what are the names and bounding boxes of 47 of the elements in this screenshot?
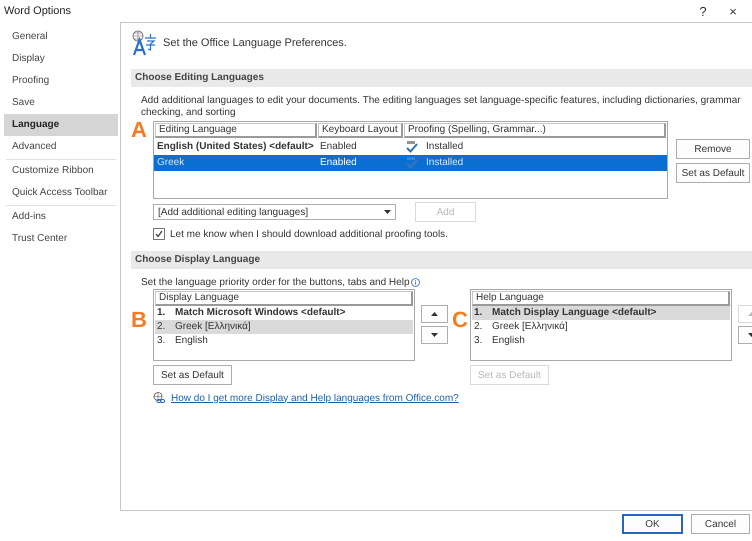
sidebar-item[interactable]: Save	[4, 92, 118, 114]
window-title: Word Options	[4, 5, 72, 17]
sidebar-item[interactable]: Quick Access Toolbar	[4, 182, 118, 204]
help-button[interactable]: ?	[688, 4, 718, 18]
help-link[interactable]: How do I get more Display and Help languages from Office.com?	[171, 392, 459, 404]
dialog-button[interactable]: OK	[622, 514, 683, 534]
language-action-button[interactable]: Remove	[676, 139, 750, 159]
sidebar-item[interactable]: Trust Center	[4, 228, 118, 250]
list-item[interactable]: 2. Greek [Ελληνικά]	[472, 320, 730, 334]
list-item[interactable]: 1. Match Display Language <default>	[472, 306, 730, 320]
table-cell-text: Enabled	[319, 140, 358, 154]
list-item[interactable]: 1. Match Microsoft Windows <default>	[155, 306, 413, 320]
sidebar-item[interactable]: Language	[4, 114, 118, 136]
dialog-button[interactable]: Cancel	[691, 514, 750, 534]
sidebar-item[interactable]: Customize Ribbon	[4, 160, 118, 182]
checkbox-label: Let me know when I should download additional proofing tools.	[170, 228, 448, 240]
list-item[interactable]: 2. Greek [Ελληνικά]	[155, 320, 413, 334]
annotation-letter: B	[131, 309, 148, 334]
table-cell-text: Greek	[156, 156, 186, 170]
table-cell-text: Installed	[426, 156, 464, 170]
sidebar-item[interactable]: General	[4, 26, 118, 48]
set-default-button[interactable]: Set as Default	[153, 365, 232, 385]
hint-text: Set the language priority order for the buttons, tabs and Help	[141, 277, 410, 288]
description-text: Add additional languages to edit your documents. The editing languages set language-specific features, including dictionaries, grammar checking, and sorting	[141, 95, 742, 119]
sidebar-item[interactable]: Add-ins	[4, 206, 118, 228]
section-header: Choose Editing Languages	[131, 69, 752, 87]
page-heading: Set the Office Language Preferences.	[163, 37, 347, 49]
table-cell-text: Installed	[426, 140, 464, 154]
sidebar-item[interactable]: Advanced	[4, 136, 118, 158]
column-header[interactable]: Keyboard Layout	[318, 123, 403, 138]
table-cell-text: English (United States) <default>	[156, 140, 315, 154]
section-header: Choose Display Language	[131, 251, 752, 269]
table-cell-text: Enabled	[319, 156, 358, 170]
list-item[interactable]: 3. English	[155, 334, 413, 348]
language-row[interactable]: English (United States) <default> Enabled Installed	[154, 139, 667, 155]
column-header[interactable]: Proofing (Spelling, Grammar...)	[404, 123, 666, 138]
list-header: Display Language	[155, 291, 413, 306]
column-header[interactable]: Editing Language	[155, 123, 317, 138]
list-item[interactable]: 3. English	[472, 334, 730, 348]
language-row[interactable]: Greek Enabled Installed	[154, 155, 667, 171]
add-language-dropdown[interactable]: [Add additional editing languages]	[153, 204, 396, 220]
sidebar-item[interactable]: Proofing	[4, 70, 118, 92]
language-action-button[interactable]: Set as Default	[676, 163, 750, 183]
annotation-letter: C	[452, 309, 469, 334]
annotation-letter: A	[131, 119, 147, 141]
close-button[interactable]: ×	[718, 4, 748, 18]
sidebar-item[interactable]: Display	[4, 48, 118, 70]
